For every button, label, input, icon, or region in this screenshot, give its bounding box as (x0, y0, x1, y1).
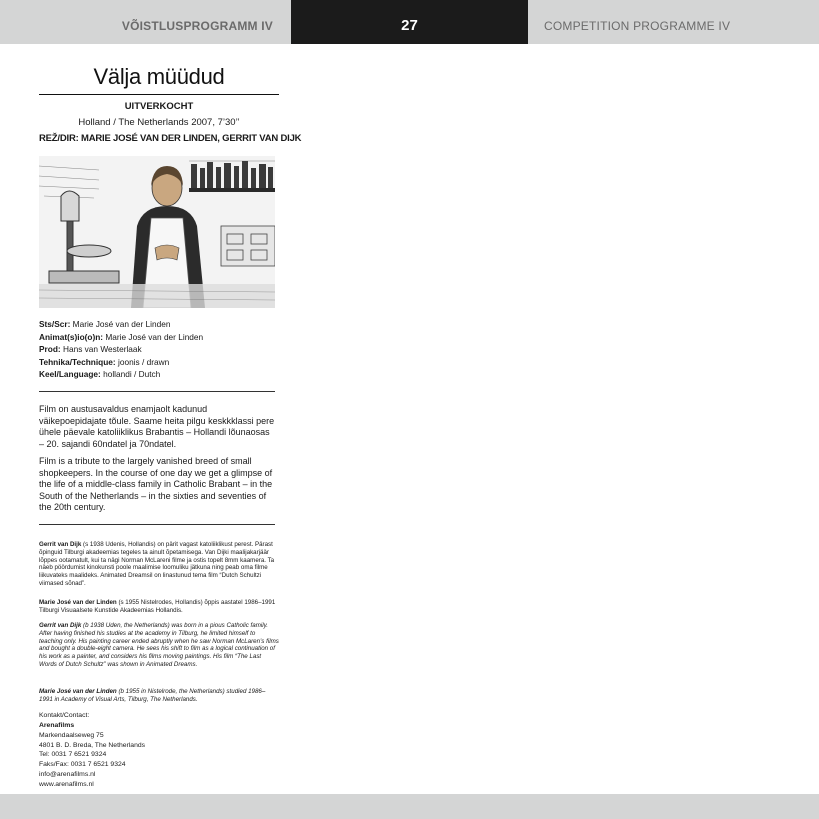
contact-email[interactable]: info@arenafilms.nl (39, 770, 279, 780)
film-still-drawing (39, 156, 275, 308)
contact-heading: Kontakt/Contact: (39, 712, 90, 719)
contact-website[interactable]: www.arenafilms.nl (39, 780, 279, 790)
bio-gerrit-et: Gerrit van Dijk (s 1938 Udenis, Hollandi… (39, 541, 279, 588)
contact-company: Arenafilms (39, 721, 75, 729)
credit-label: Tehnika/Technique: (39, 356, 116, 367)
credit-value: Marie José van der Linden (72, 319, 171, 329)
header-left-title: VÕISTLUSPROGRAMM IV (121, 19, 273, 33)
bio-text: (b 1938 Uden, the Netherlands) was born … (39, 622, 279, 668)
credits-list: Sts/Scr: Marie José van der Linden Anima… (39, 318, 279, 381)
synopsis-estonian: Film on austusavaldus enamjaolt kadunud … (39, 404, 275, 449)
credit-value: Hans van Westerlaak (62, 344, 142, 355)
bio-name: Gerrit van Dijk (39, 622, 82, 629)
original-title: UITVERKOCHT (124, 101, 194, 112)
bio-text: (s 1938 Udenis, Hollandis) on pärit vaga… (39, 541, 275, 587)
bio-marie-en: Marie José van der Linden (b 1955 in Nis… (39, 688, 279, 704)
film-title: Välja müüdud (93, 64, 225, 89)
credit-row: Sts/Scr: Marie José van der Linden (39, 318, 279, 331)
bio-marie-et: Marie José van der Linden (s 1955 Nistel… (39, 599, 279, 615)
credit-label: Animat(s)io(o)n: (39, 331, 104, 342)
header-right-title: COMPETITION PROGRAMME IV (544, 19, 731, 33)
contact-city: 4801 B. D. Breda, The Netherlands (39, 741, 146, 749)
credit-row: Tehnika/Technique: joonis / drawn (39, 356, 279, 369)
bio-name: Marie José van der Linden (39, 599, 117, 606)
credit-row: Keel/Language: hollandi / Dutch (39, 368, 279, 381)
credit-label: Sts/Scr: (39, 319, 71, 329)
credit-label: Keel/Language: (39, 369, 101, 380)
credit-value: hollandi / Dutch (103, 369, 161, 380)
director-line: REŽ/DIR: MARIE JOSÉ VAN DER LINDEN, GERR… (39, 133, 302, 144)
bio-gerrit-en: Gerrit van Dijk (b 1938 Uden, the Nether… (39, 622, 279, 669)
title-divider (39, 94, 279, 95)
contact-fax: Faks/Fax: 0031 7 6521 9324 (39, 761, 126, 769)
bio-name: Marie José van der Linden (39, 688, 117, 695)
country-year-length: Holland / The Netherlands 2007, 7’30’’ (78, 117, 240, 128)
page-header: VÕISTLUSPROGRAMM IV 27 COMPETITION PROGR… (0, 0, 819, 44)
page-number: 27 (291, 0, 528, 44)
divider (39, 524, 275, 525)
contact-block: Kontakt/Contact: Arenafilms Markendaalse… (39, 711, 279, 790)
contact-address: Markendaalseweg 75 (39, 731, 104, 739)
credit-label: Prod: (39, 344, 61, 355)
credit-value: joonis / drawn (118, 356, 170, 367)
divider (39, 391, 275, 392)
credit-row: Animat(s)io(o)n: Marie José van der Lind… (39, 331, 279, 344)
contact-phone: Tel: 0031 7 6521 9324 (39, 751, 107, 759)
credit-row: Prod: Hans van Westerlaak (39, 343, 279, 356)
credit-value: Marie José van der Linden (105, 331, 204, 342)
bio-name: Gerrit van Dijk (39, 541, 82, 548)
page-footer-bar (0, 794, 819, 819)
synopsis-english: Film is a tribute to the largely vanishe… (39, 456, 273, 513)
